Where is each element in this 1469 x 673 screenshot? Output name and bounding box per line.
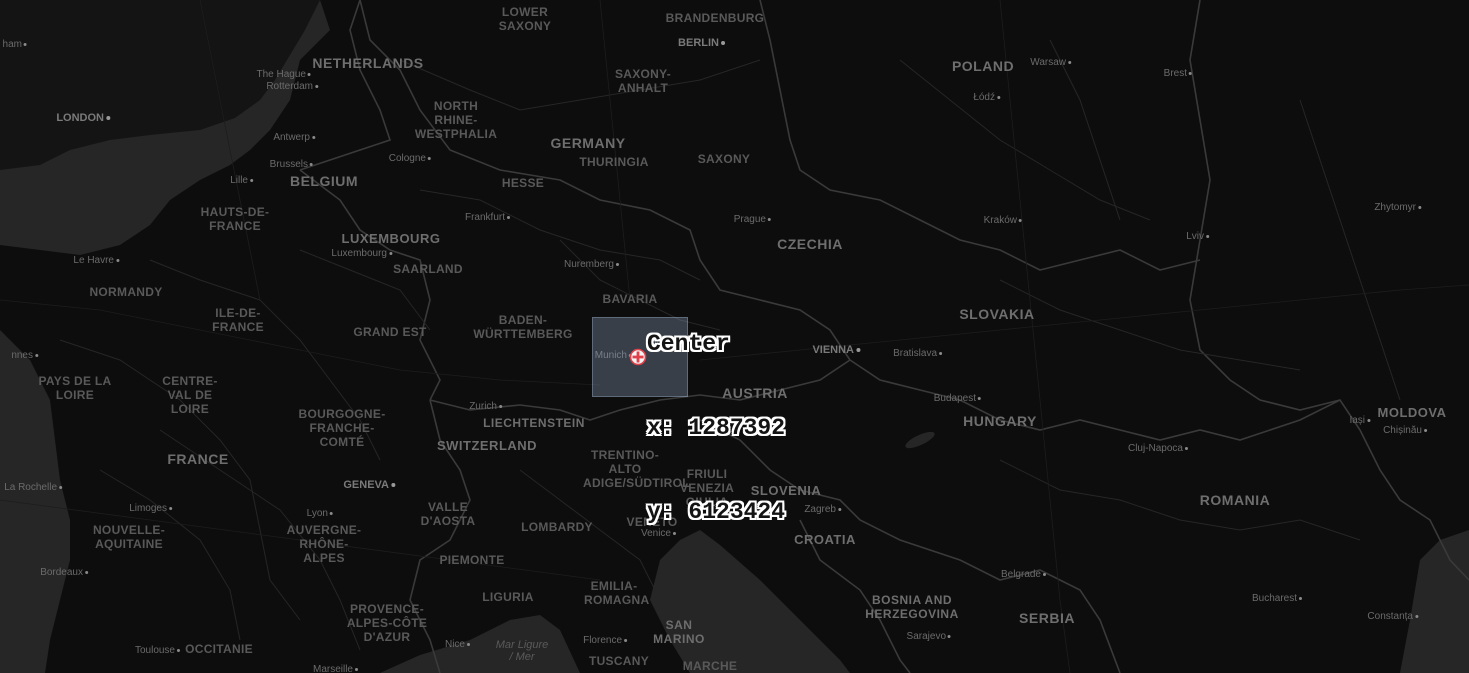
map-viewport[interactable]: NETHERLANDS BELGIUM LUXEMBOURG GERMANY F… — [0, 0, 1469, 673]
center-coordinates-label: Center x: 1287392 y: 6123424 — [647, 274, 785, 582]
center-label-title: Center — [647, 331, 730, 357]
center-label-y: y: 6123424 — [647, 499, 786, 525]
center-label-x: x: 1287392 — [647, 415, 786, 441]
crosshair-plus-icon[interactable] — [629, 348, 647, 366]
